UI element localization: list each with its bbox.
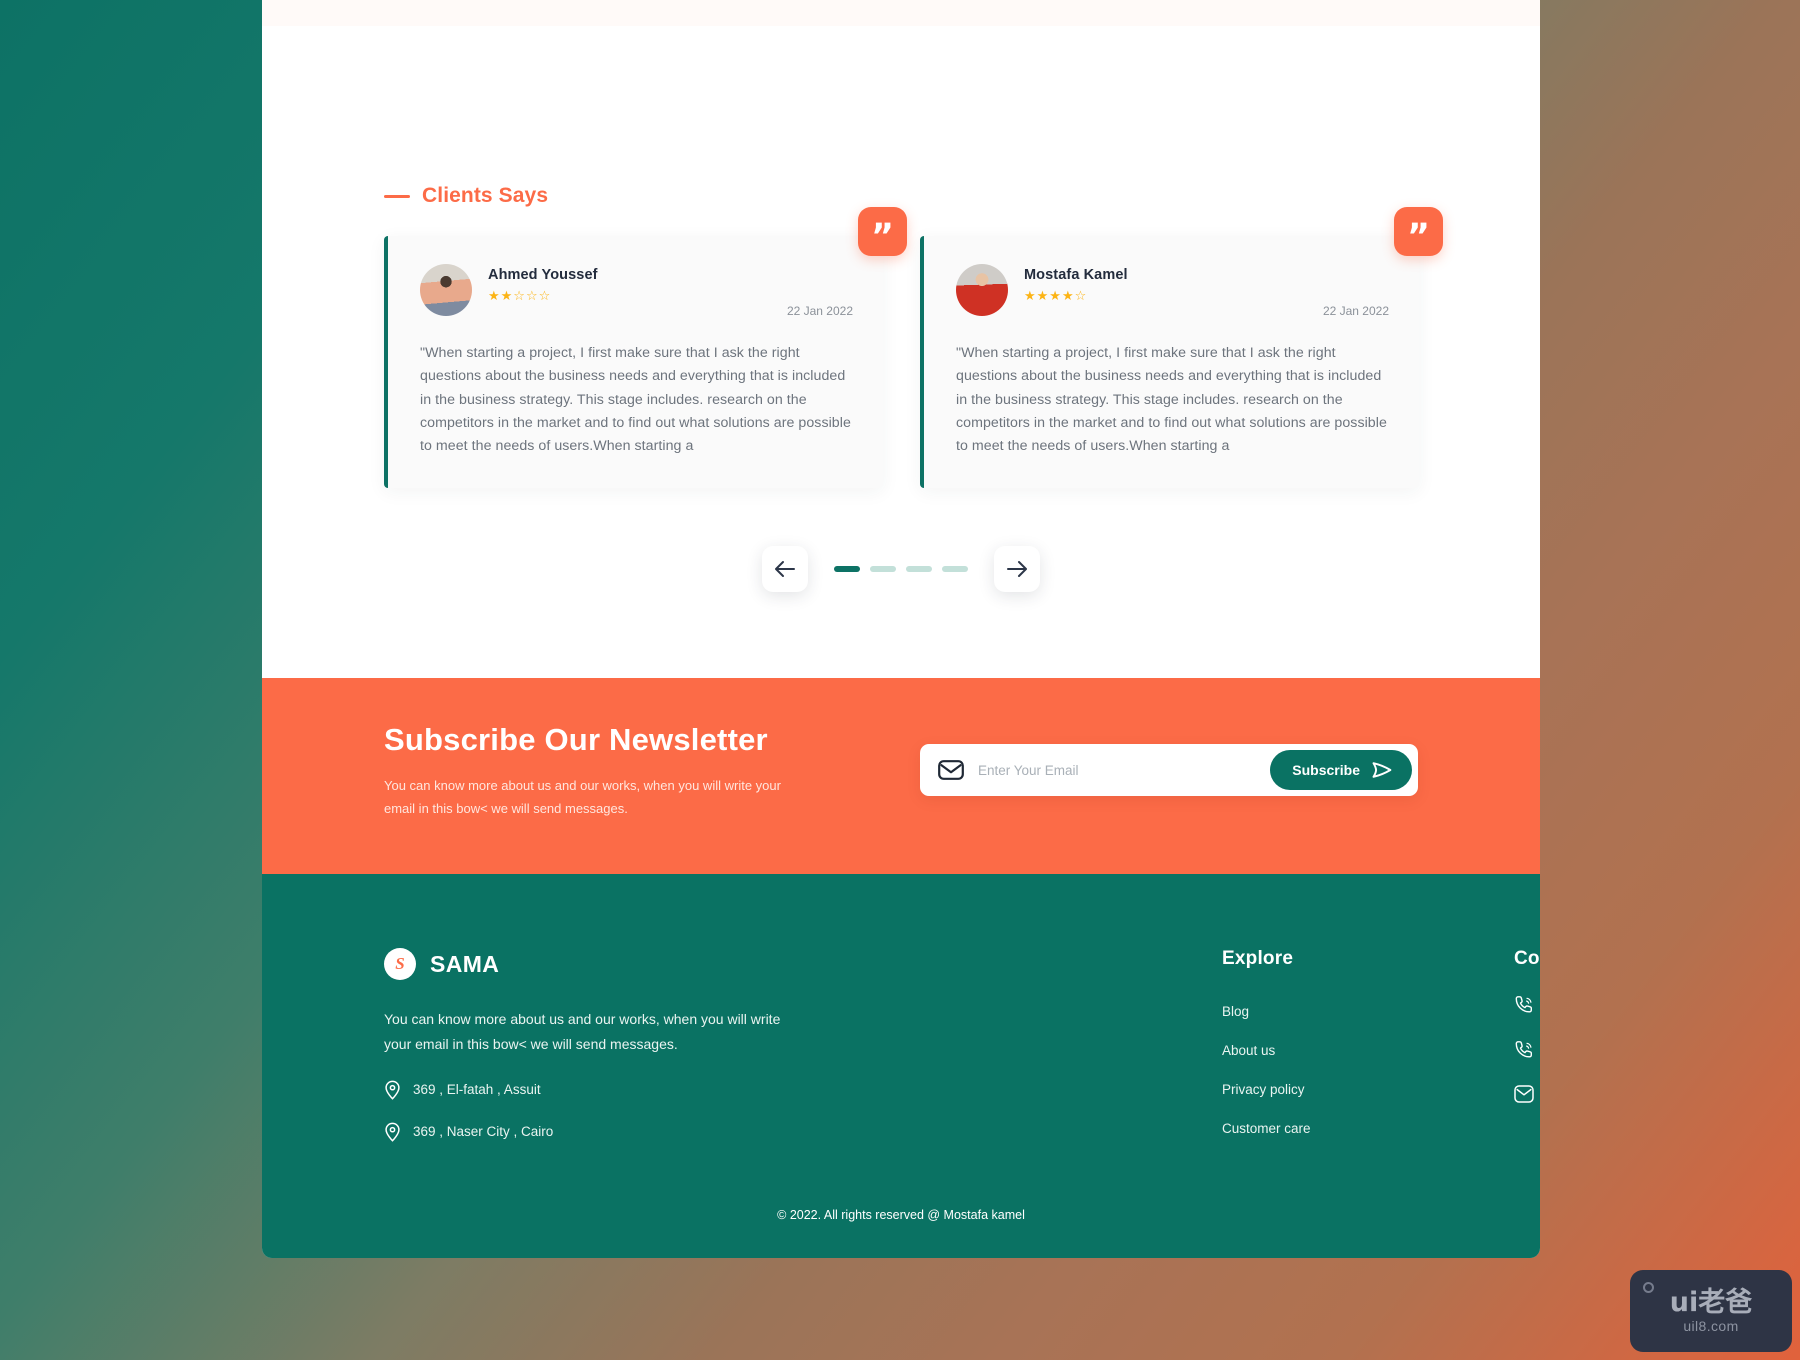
- testimonial-header: Ahmed Youssef ★★☆☆☆ 22 Jan 2022: [420, 264, 853, 320]
- watermark-sub-text: uil8.com: [1683, 1317, 1739, 1334]
- envelope-icon: [938, 760, 964, 780]
- quote-icon: ”: [858, 207, 907, 256]
- arrow-left-icon: [775, 561, 795, 577]
- avatar: [420, 264, 472, 316]
- testimonial-header: Mostafa Kamel ★★★★☆ 22 Jan 2022: [956, 264, 1389, 320]
- sama-logo-icon: S: [384, 948, 416, 980]
- send-icon: [1372, 762, 1392, 778]
- testimonial-cards-row: ” Ahmed Youssef ★★☆☆☆ 22 Jan 2022 "When …: [384, 207, 1443, 489]
- address-item: 369 , El-fatah , Assuit: [384, 1080, 804, 1100]
- watermark-badge: ui老爸 uil8.com: [1630, 1270, 1792, 1352]
- quote-icon: ”: [1394, 207, 1443, 256]
- footer-contact-column: Contact us +201214596872 +201014557682: [1514, 948, 1540, 1103]
- person-info: Mostafa Kamel ★★★★☆: [1024, 264, 1128, 303]
- newsletter-description: You can know more about us and our works…: [384, 778, 781, 816]
- email-input[interactable]: [978, 762, 1271, 778]
- watermark-dot-icon: [1643, 1282, 1654, 1293]
- testimonial-card: ” Mostafa Kamel ★★★★☆ 22 Jan 2022 "When …: [920, 207, 1443, 489]
- contact-title: Contact us: [1514, 948, 1540, 969]
- section-title: Clients Says: [422, 184, 549, 207]
- newsletter-text: Subscribe Our Newsletter You can know mo…: [384, 722, 904, 821]
- testimonial-card: ” Ahmed Youssef ★★☆☆☆ 22 Jan 2022 "When …: [384, 207, 907, 489]
- carousel-next-button[interactable]: [994, 546, 1040, 592]
- phone-icon: [1515, 1041, 1532, 1058]
- copyright-text: © 2022. All rights reserved @ Mostafa ka…: [777, 1208, 1025, 1222]
- footer-link-privacy-policy[interactable]: Privacy policy: [1222, 1082, 1311, 1097]
- address-text: 369 , Naser City , Cairo: [413, 1124, 554, 1140]
- brand-row[interactable]: S SAMA: [384, 948, 804, 980]
- explore-title: Explore: [1222, 948, 1294, 969]
- contact-email-item[interactable]: info@sama.com: [1514, 1085, 1540, 1103]
- avatar: [956, 264, 1008, 316]
- newsletter-section: Subscribe Our Newsletter You can know mo…: [262, 678, 1540, 874]
- footer-explore-column: Explore Blog About us Privacy policy Cus…: [1222, 948, 1311, 1136]
- subscribe-button[interactable]: Subscribe: [1270, 750, 1412, 790]
- location-pin-icon: [385, 1080, 400, 1100]
- address-item: 369 , Naser City , Cairo: [384, 1122, 804, 1142]
- brand-description: You can know more about us and our works…: [384, 1011, 781, 1053]
- carousel-dot[interactable]: [906, 566, 932, 572]
- newsletter-form: Subscribe: [920, 744, 1418, 796]
- subscribe-label: Subscribe: [1292, 762, 1360, 778]
- client-name: Mostafa Kamel: [1024, 267, 1128, 283]
- contact-phone-item[interactable]: +201214596872: [1514, 995, 1540, 1015]
- location-pin-icon: [385, 1122, 400, 1142]
- page-card: Clients Says ” Ahmed Youssef ★★☆☆☆ 22 Ja…: [262, 0, 1540, 1258]
- client-name: Ahmed Youssef: [488, 267, 598, 283]
- rating-stars: ★★★★☆: [1024, 289, 1088, 304]
- carousel-dot[interactable]: [942, 566, 968, 572]
- address-text: 369 , El-fatah , Assuit: [413, 1082, 541, 1098]
- contact-phone-item[interactable]: +201014557682: [1514, 1040, 1540, 1060]
- carousel-prev-button[interactable]: [762, 546, 808, 592]
- arrow-right-icon: [1007, 561, 1027, 577]
- phone-icon: [1515, 996, 1532, 1013]
- person-info: Ahmed Youssef ★★☆☆☆: [488, 264, 598, 303]
- newsletter-title: Subscribe Our Newsletter: [384, 722, 768, 757]
- testimonials-section: Clients Says ” Ahmed Youssef ★★☆☆☆ 22 Ja…: [262, 26, 1540, 678]
- footer-brand: S SAMA You can know more about us and ou…: [384, 948, 804, 1142]
- brand-name: SAMA: [430, 950, 500, 977]
- watermark-main-text: ui老爸: [1669, 1286, 1753, 1318]
- top-strip: [262, 0, 1540, 26]
- testimonial-date: 22 Jan 2022: [1322, 304, 1389, 318]
- testimonial-body: "When starting a project, I first make s…: [420, 345, 851, 455]
- envelope-icon: [1514, 1085, 1534, 1103]
- footer-link-blog[interactable]: Blog: [1222, 1004, 1311, 1019]
- heading-dash-icon: [384, 194, 410, 198]
- footer-link-customer-care[interactable]: Customer care: [1222, 1121, 1311, 1136]
- carousel-dots: [834, 566, 968, 572]
- carousel-controls: [262, 546, 1540, 592]
- carousel-dot[interactable]: [834, 566, 860, 572]
- carousel-dot[interactable]: [870, 566, 896, 572]
- section-heading: Clients Says: [384, 184, 548, 208]
- rating-stars: ★★☆☆☆: [488, 289, 552, 304]
- testimonial-body: "When starting a project, I first make s…: [956, 345, 1387, 455]
- footer: S SAMA You can know more about us and ou…: [262, 874, 1540, 1258]
- testimonial-date: 22 Jan 2022: [786, 304, 853, 318]
- footer-link-about-us[interactable]: About us: [1222, 1043, 1311, 1058]
